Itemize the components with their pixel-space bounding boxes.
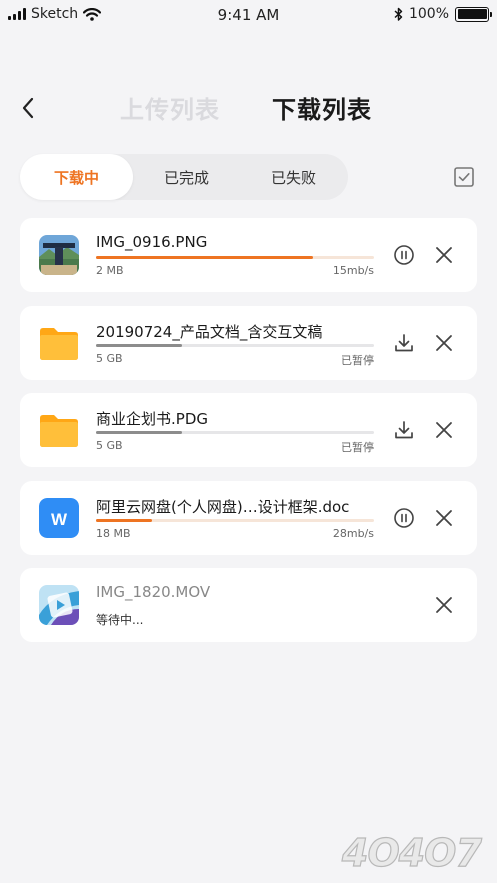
file-name: 20190724_产品文档_含交互文稿 [96, 322, 323, 341]
file-size: 5 GB [96, 439, 123, 452]
pause-icon[interactable] [392, 243, 416, 267]
bluetooth-icon [394, 7, 403, 21]
site-watermark-logo: 4O4O7 [340, 830, 484, 875]
waiting-status: 等待中... [96, 613, 144, 627]
battery-percent: 100% [408, 6, 449, 22]
progress-fill [96, 431, 183, 434]
download-icon[interactable] [392, 331, 416, 355]
pause-icon[interactable] [392, 506, 416, 530]
file-name: 阿里云网盘(个人网盘)…设计框架.doc [96, 497, 350, 516]
progress-track [96, 431, 374, 434]
file-name: IMG_0916.PNG [96, 233, 208, 251]
download-item[interactable]: IMG_1820.MOV 等待中... [20, 568, 477, 642]
download-list: IMG_0916.PNG 2 MB 15mb/s 20190724_产品文档_含… [20, 218, 477, 656]
progress-fill [96, 518, 152, 522]
folder-icon [39, 410, 79, 450]
battery-icon [455, 6, 492, 22]
file-size: 18 MB [96, 526, 131, 540]
progress-fill [96, 343, 183, 347]
download-status: 已暂停 [341, 441, 374, 454]
file-size: 2 MB [96, 264, 124, 277]
file-size: 5 GB [96, 351, 123, 365]
progress-track [96, 343, 374, 347]
download-item[interactable]: 20190724_产品文档_含交互文稿 5 GB 已暂停 [20, 305, 477, 380]
photo-icon [39, 235, 79, 275]
close-icon[interactable] [432, 593, 456, 617]
status-right: 100% [394, 6, 492, 22]
progress-fill [96, 256, 313, 259]
close-icon[interactable] [432, 506, 456, 530]
tab-download-list[interactable]: 下载列表 [272, 90, 372, 125]
download-status: 已暂停 [341, 353, 374, 367]
close-icon[interactable] [432, 418, 456, 442]
download-rate: 28mb/s [332, 526, 374, 540]
header-nav: 上传列表 下载列表 [0, 86, 497, 130]
folder-icon [39, 323, 79, 363]
progress-track [96, 256, 374, 259]
tab-upload-list[interactable]: 上传列表 [120, 90, 220, 125]
download-item[interactable]: IMG_0916.PNG 2 MB 15mb/s [20, 218, 477, 292]
download-rate: 15mb/s [332, 264, 374, 277]
file-name: 商业企划书.PDG [96, 410, 208, 428]
status-segment-control: 下载中 已完成 已失败 [20, 154, 348, 200]
status-bar: Sketch 9:41 AM 100% [0, 0, 497, 30]
download-item[interactable]: 商业企划书.PDG 5 GB 已暂停 [20, 393, 477, 467]
word-doc-icon: W [39, 497, 79, 538]
close-icon[interactable] [432, 331, 456, 355]
segment-downloading[interactable]: 下载中 [20, 154, 133, 200]
video-icon [39, 585, 79, 625]
file-name: IMG_1820.MOV [96, 583, 211, 601]
svg-text:4O4O7: 4O4O7 [341, 831, 482, 875]
download-item[interactable]: W 阿里云网盘(个人网盘)…设计框架.doc 18 MB 28mb/s [20, 480, 477, 555]
word-letter: W [51, 510, 68, 529]
battery-level-fill [457, 9, 487, 19]
progress-track [96, 518, 374, 522]
download-icon[interactable] [392, 418, 416, 442]
segment-failed[interactable]: 已失败 [240, 154, 347, 200]
segment-completed[interactable]: 已完成 [133, 154, 240, 200]
select-checkbox-icon[interactable] [453, 166, 475, 188]
close-icon[interactable] [432, 243, 456, 267]
back-button[interactable] [14, 94, 42, 122]
chevron-left-icon [22, 97, 34, 119]
